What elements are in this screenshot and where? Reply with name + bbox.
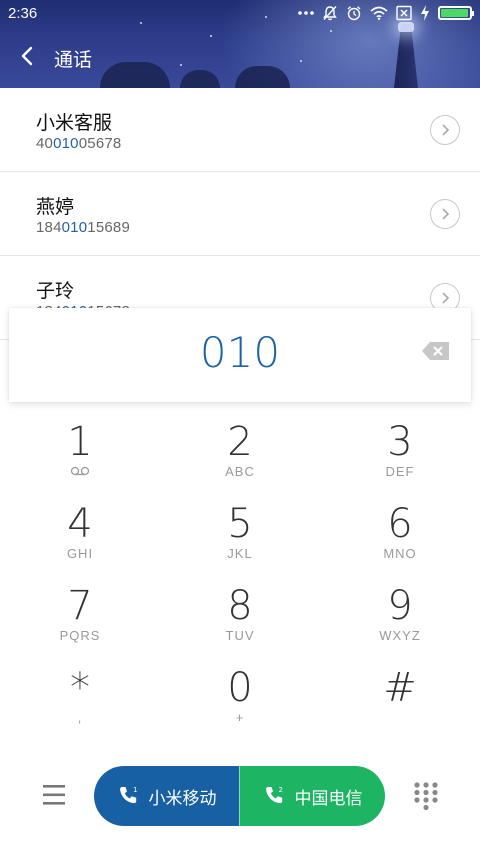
phone-sim1-icon: 1: [119, 786, 137, 804]
voicemail-icon: [0, 465, 160, 479]
contact-detail-button[interactable]: [430, 115, 460, 145]
keypad-toggle-button[interactable]: [412, 780, 440, 812]
key-6[interactable]: 6 MNO: [320, 487, 480, 569]
backspace-icon: [422, 342, 449, 360]
number-match-highlight: 010: [61, 219, 88, 236]
no-sim-icon: [396, 5, 412, 21]
contact-number: 4001005678: [36, 135, 122, 152]
key-2[interactable]: 2 ABC: [160, 405, 320, 487]
wifi-icon: [370, 5, 388, 21]
contact-name: 小米客服: [36, 113, 113, 134]
key-4[interactable]: 4 GHI: [0, 487, 160, 569]
contact-match-list: 小米客服 4001005678 燕婷 18401015689 子玲 184010…: [0, 88, 480, 340]
phone-sim2-icon: 2: [265, 786, 282, 804]
key-5[interactable]: 5 JKL: [160, 487, 320, 569]
call-button-group: 1 小米移动 2 中国电信: [94, 766, 385, 826]
chevron-right-icon: [442, 208, 450, 220]
contact-number: 18401015689: [36, 219, 130, 236]
key-0[interactable]: 0 +: [160, 651, 320, 733]
more-dots-icon: [298, 5, 314, 21]
call-sim1-label: 小米移动: [148, 788, 217, 808]
svg-text:2: 2: [278, 786, 282, 794]
contact-row[interactable]: 小米客服 4001005678: [0, 88, 480, 172]
status-bar: 2:36: [0, 0, 480, 28]
key-8[interactable]: 8 TUV: [160, 569, 320, 651]
backspace-button[interactable]: [421, 340, 451, 362]
key-1[interactable]: 1: [0, 405, 160, 487]
key-hash[interactable]: #: [320, 651, 480, 733]
call-sim1-button[interactable]: 1 小米移动: [94, 766, 239, 826]
menu-button[interactable]: [38, 782, 70, 808]
call-sim2-button[interactable]: 2 中国电信: [239, 766, 385, 826]
key-star[interactable]: *,: [0, 651, 160, 733]
number-match-highlight: 010: [53, 135, 79, 152]
dialpad: 1 2 ABC 3 DEF 4 GHI 5 JKL 6 MNO 7 PQRS 8 TUV 9W…: [0, 405, 480, 745]
header: 2:36 通话: [0, 0, 480, 88]
key-9[interactable]: 9 WXYZ: [320, 569, 480, 651]
page-title: 通话: [54, 49, 93, 71]
battery-level: [441, 9, 468, 17]
dialed-number: 010: [199, 328, 281, 377]
bottom-bar: 1 小米移动 2 中国电信: [0, 760, 480, 832]
battery-icon: [438, 5, 474, 21]
menu-icon: [43, 785, 65, 805]
keypad-grid-icon: [414, 782, 438, 811]
chevron-right-icon: [442, 124, 450, 136]
bell-off-icon: [322, 5, 338, 21]
back-button[interactable]: [0, 38, 54, 78]
back-arrow-icon: [20, 46, 34, 71]
svg-text:1: 1: [133, 786, 137, 794]
key-7[interactable]: 7 PQRS: [0, 569, 160, 651]
contact-name: 子玲: [36, 281, 75, 302]
key-3[interactable]: 3 DEF: [320, 405, 480, 487]
charging-icon: [420, 5, 430, 21]
dialed-number-card: 010: [9, 308, 471, 402]
call-sim2-label: 中国电信: [294, 788, 363, 808]
alarm-icon: [346, 5, 362, 21]
contact-name: 燕婷: [36, 197, 75, 218]
status-time: 2:36: [8, 5, 38, 22]
contact-row[interactable]: 燕婷 18401015689: [0, 172, 480, 256]
chevron-right-icon: [442, 292, 450, 304]
contact-detail-button[interactable]: [430, 199, 460, 229]
